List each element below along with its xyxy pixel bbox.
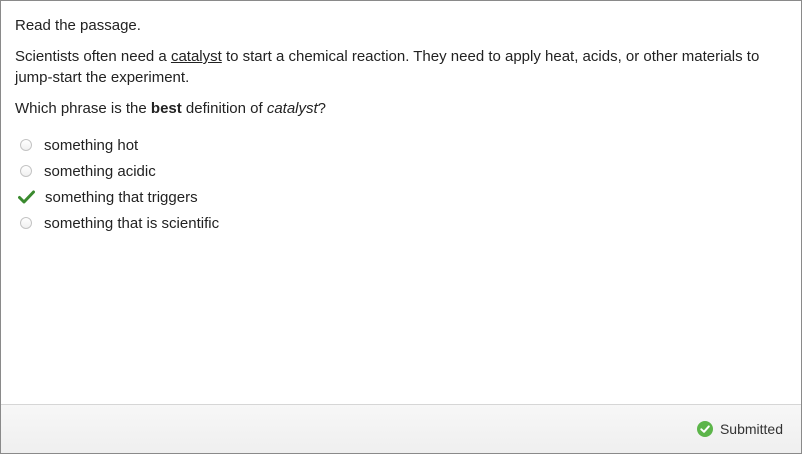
question-emphasis: best	[150, 100, 182, 117]
answer-option-label: something hot	[44, 136, 139, 154]
status-label: Submitted	[719, 421, 783, 437]
passage-text: Scientists often need a catalyst to star…	[15, 46, 787, 88]
check-circle-icon	[696, 421, 713, 437]
passage-text-before: Scientists often need a	[15, 48, 171, 65]
radio-button[interactable]	[20, 165, 32, 177]
answer-option-3[interactable]: something that triggers	[18, 184, 219, 210]
question-term: catalyst	[266, 100, 318, 117]
question-suffix: ?	[317, 100, 327, 117]
radio-button[interactable]	[20, 217, 32, 229]
answer-option-label: something that is scientific	[44, 214, 220, 232]
answer-option-label: something acidic	[44, 162, 156, 180]
question-prefix: Which phrase is the	[15, 100, 151, 117]
footer-bar: Submitted	[1, 404, 801, 453]
checkmark-icon	[18, 190, 35, 204]
answer-option-2[interactable]: something acidic	[19, 158, 219, 184]
question-text: Which phrase is the best definition of c…	[15, 98, 787, 119]
submission-status: Submitted	[696, 421, 783, 437]
instruction-text: Read the passage.	[15, 17, 141, 34]
passage-keyword: catalyst	[170, 48, 222, 65]
radio-button[interactable]	[20, 139, 32, 151]
question-middle: definition of	[181, 100, 267, 117]
answer-option-label: something that triggers	[45, 188, 198, 206]
answer-option-4[interactable]: something that is scientific	[19, 210, 219, 236]
question-content: Read the passage. Scientists often need …	[15, 15, 787, 129]
answer-option-1[interactable]: something hot	[19, 132, 219, 158]
answer-options: something hot something acidic something…	[18, 132, 219, 236]
question-panel: Read the passage. Scientists often need …	[0, 0, 802, 454]
